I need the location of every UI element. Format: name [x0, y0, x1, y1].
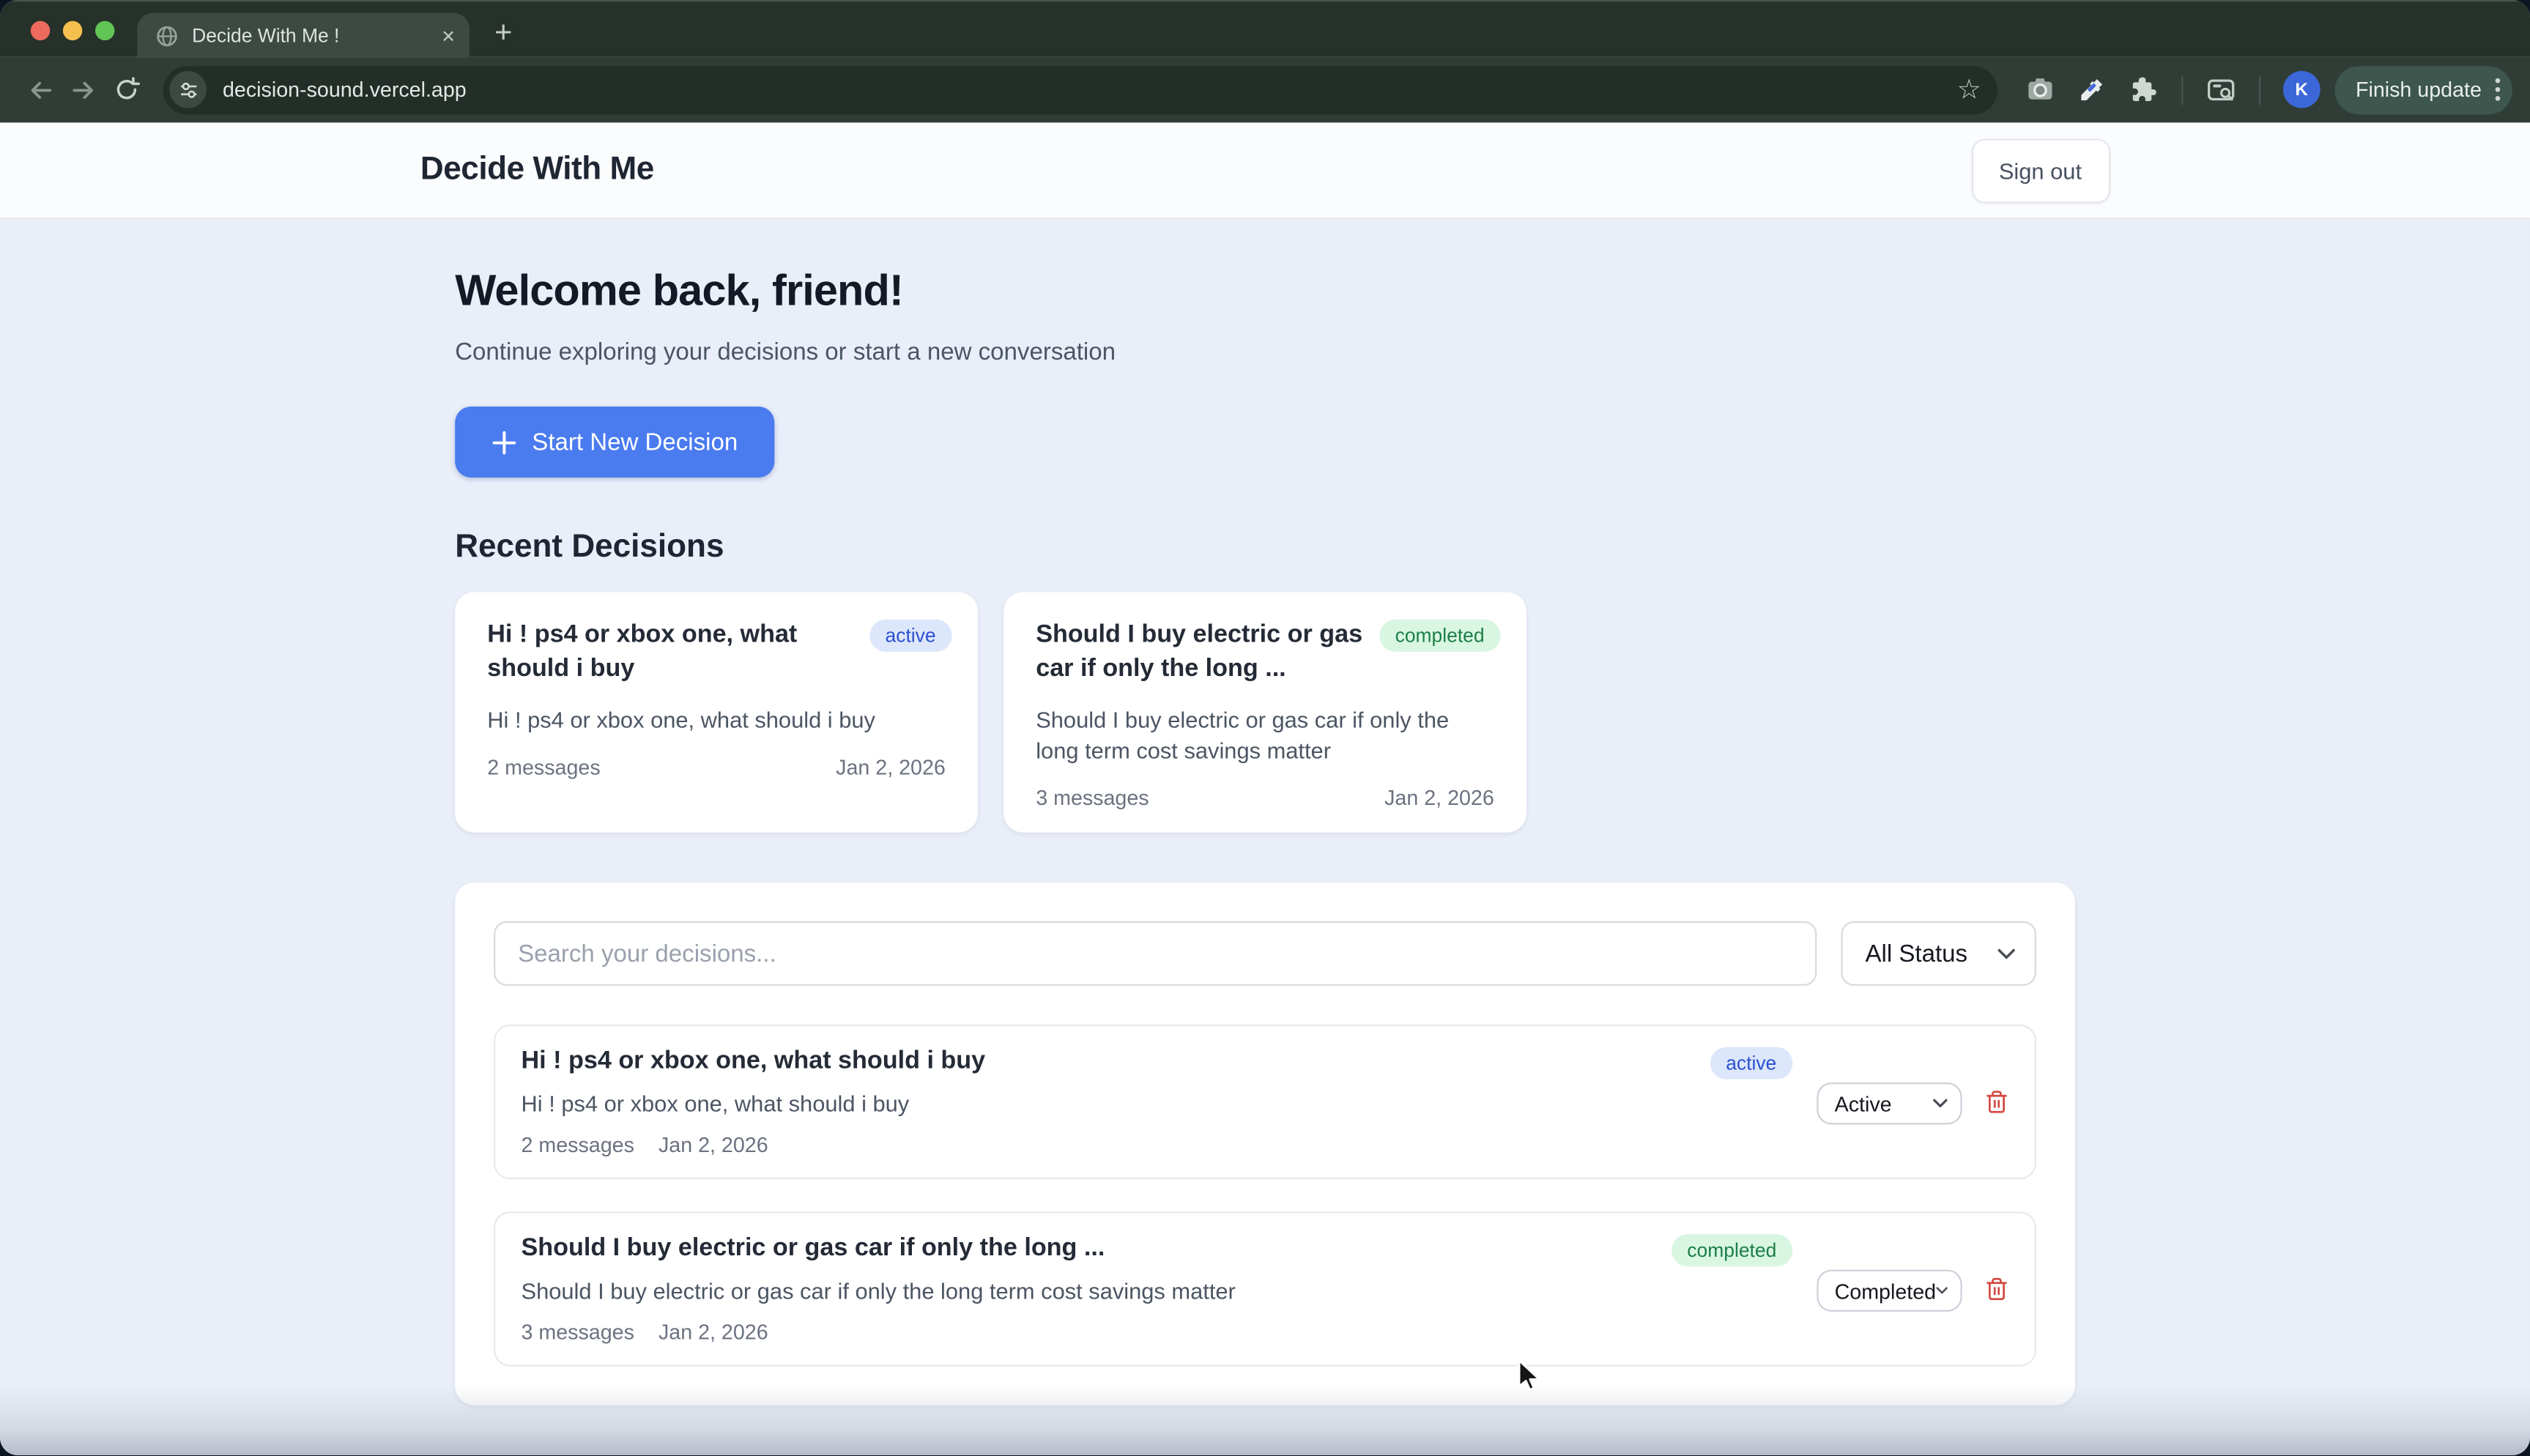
decision-card-description: Should I buy electric or gas car if only… [1036, 705, 1494, 767]
camera-extension-button[interactable] [2019, 68, 2062, 111]
trash-icon [1984, 1275, 2008, 1301]
finish-update-label: Finish update [2356, 78, 2482, 102]
reading-mode-button[interactable] [2199, 68, 2242, 111]
status-filter-select[interactable]: All Status [1841, 921, 2036, 986]
main-area: Welcome back, friend! Continue exploring… [0, 220, 2530, 1359]
toolbar-separator [2181, 75, 2183, 104]
page-magnifier-icon [2206, 75, 2236, 104]
screenshot-stage: Decide With Me ! × + [0, 0, 2530, 1455]
app-header: Decide With Me Sign out [0, 122, 2530, 219]
status-filter-value: All Status [1865, 940, 1967, 967]
delete-decision-button[interactable] [1983, 1274, 2008, 1301]
bookmark-star-icon[interactable]: ☆ [1956, 76, 1981, 103]
forward-button[interactable] [62, 68, 105, 111]
decision-card-description: Hi ! ps4 or xbox one, what should i buy [487, 705, 946, 736]
minimize-window-button[interactable] [63, 21, 82, 40]
decision-card[interactable]: Should I buy electric or gas car if only… [1004, 592, 1526, 832]
decisions-list-panel: All Status Hi ! ps4 or xbox one, what sh… [455, 883, 2075, 1405]
start-new-decision-label: Start New Decision [532, 428, 738, 456]
start-new-decision-button[interactable]: Start New Decision [455, 406, 774, 478]
sign-out-button[interactable]: Sign out [1971, 138, 2110, 202]
recent-decisions-grid: Hi ! ps4 or xbox one, what should i buy … [455, 592, 2075, 832]
back-arrow-icon [25, 75, 54, 104]
status-badge: completed [1671, 1234, 1792, 1266]
decision-row-description: Should I buy electric or gas car if only… [522, 1278, 1672, 1305]
browser-tab[interactable]: Decide With Me ! × [137, 13, 470, 59]
finish-update-button[interactable]: Finish update [2334, 65, 2512, 114]
decisions-list: Hi ! ps4 or xbox one, what should i buy … [494, 1025, 2036, 1367]
message-count: 3 messages [522, 1320, 634, 1344]
close-tab-icon[interactable]: × [442, 24, 455, 47]
status-badge: active [1710, 1047, 1792, 1080]
plus-icon [491, 430, 516, 454]
welcome-subtitle: Continue exploring your decisions or sta… [455, 339, 2075, 366]
site-info-button[interactable] [169, 71, 207, 108]
more-menu-dots-icon[interactable] [2495, 78, 2501, 102]
welcome-heading: Welcome back, friend! [455, 266, 2075, 316]
reload-icon [113, 76, 140, 103]
status-badge: active [869, 620, 952, 652]
site-settings-sliders-icon [177, 78, 199, 101]
message-count: 3 messages [1036, 786, 1149, 810]
decision-date: Jan 2, 2026 [659, 1320, 768, 1344]
app-title: Decide With Me [420, 152, 654, 189]
profile-avatar[interactable]: K [2283, 71, 2321, 108]
chevron-down-icon [1933, 1099, 1948, 1108]
close-window-button[interactable] [31, 21, 50, 40]
trash-icon [1984, 1088, 2008, 1114]
decision-date: Jan 2, 2026 [659, 1132, 768, 1156]
decision-card[interactable]: Hi ! ps4 or xbox one, what should i buy … [455, 592, 978, 832]
toolbar-separator [2259, 75, 2260, 104]
status-select-value: Active [1835, 1091, 1892, 1115]
decision-row[interactable]: Should I buy electric or gas car if only… [494, 1211, 2036, 1366]
browser-toolbar: decision-sound.vercel.app ☆ [0, 56, 2530, 122]
decision-row-title: Hi ! ps4 or xbox one, what should i buy [522, 1047, 1710, 1077]
status-select[interactable]: Active [1817, 1082, 1962, 1124]
recent-decisions-heading: Recent Decisions [455, 530, 2075, 567]
delete-decision-button[interactable] [1983, 1088, 2008, 1115]
decision-date: Jan 2, 2026 [836, 755, 946, 779]
globe-favicon-icon [155, 23, 179, 48]
window-controls [31, 21, 115, 40]
zoom-window-button[interactable] [95, 21, 114, 40]
decision-date: Jan 2, 2026 [1384, 786, 1494, 810]
color-picker-button[interactable] [2070, 68, 2113, 111]
browser-window: Decide With Me ! × + [0, 0, 2530, 1455]
address-bar[interactable]: decision-sound.vercel.app ☆ [163, 65, 1997, 114]
url-text[interactable]: decision-sound.vercel.app [223, 78, 1940, 102]
status-badge: completed [1379, 620, 1501, 652]
eyedropper-icon [2077, 75, 2107, 104]
decision-row-description: Hi ! ps4 or xbox one, what should i buy [522, 1091, 1710, 1118]
camera-icon [2025, 74, 2055, 105]
reload-button[interactable] [105, 68, 148, 111]
status-select-value: Completed [1835, 1279, 1937, 1303]
back-button[interactable] [18, 68, 61, 111]
chevron-down-icon [1936, 1286, 1948, 1296]
tab-title: Decide With Me ! [192, 24, 429, 47]
decision-row[interactable]: Hi ! ps4 or xbox one, what should i buy … [494, 1025, 2036, 1179]
toolbar-right-cluster: K Finish update [2019, 65, 2512, 114]
new-tab-button[interactable]: + [484, 15, 523, 53]
extensions-button[interactable] [2122, 68, 2165, 111]
status-select[interactable]: Completed [1817, 1270, 1962, 1312]
message-count: 2 messages [487, 755, 600, 779]
decision-row-title: Should I buy electric or gas car if only… [522, 1234, 1672, 1263]
puzzle-piece-icon [2128, 74, 2159, 105]
chevron-down-icon [1997, 948, 2015, 959]
message-count: 2 messages [522, 1132, 634, 1156]
browser-tab-bar: Decide With Me ! × + [0, 0, 2530, 56]
search-input[interactable] [494, 921, 1817, 986]
forward-arrow-icon [69, 75, 98, 104]
